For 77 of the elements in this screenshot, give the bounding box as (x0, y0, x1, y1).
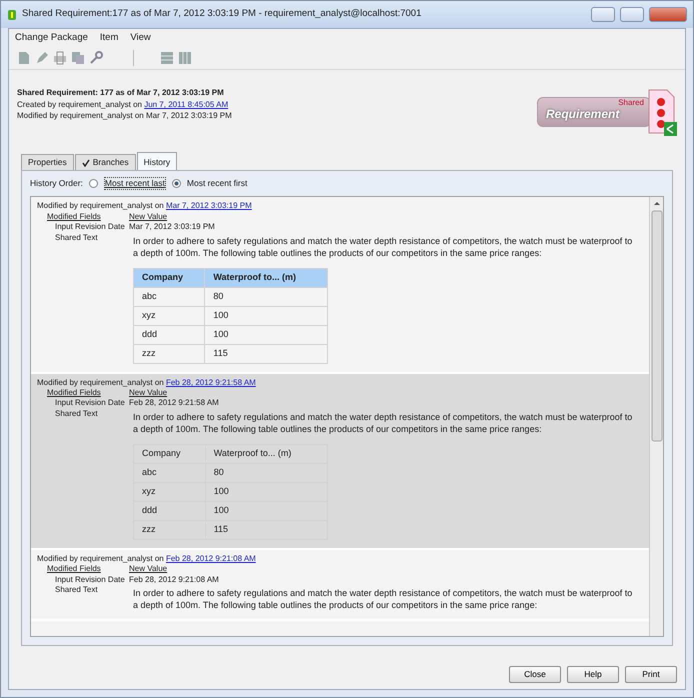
tab[interactable]: Properties (21, 154, 74, 170)
tab[interactable]: Branches (74, 154, 136, 170)
field-name: Shared Text (54, 232, 99, 244)
table-cell: zzz (134, 520, 206, 540)
dialog-button[interactable]: Print (625, 666, 677, 683)
entry-heading: Modified by requirement_analyst on Feb 28, 2012 9:21:58 AM (37, 378, 257, 388)
table-cell: 80 (205, 463, 328, 482)
dialog-button[interactable]: Help (567, 666, 619, 683)
app-icon (7, 8, 17, 20)
column-heading: Modified Fields (47, 388, 102, 398)
document-icon[interactable] (17, 51, 31, 66)
table-header: Waterproof to... (m) (205, 444, 328, 464)
date-link[interactable]: Feb 28, 2012 9:21:08 AM (166, 554, 256, 563)
printer-icon[interactable] (53, 51, 67, 66)
entry-heading: Modified by requirement_analyst on Mar 7, 2012 3:03:19 PM (37, 201, 253, 212)
menu-item[interactable]: View (130, 32, 151, 44)
table-header: Waterproof to... (m) (204, 268, 328, 288)
table-cell: 100 (204, 325, 328, 344)
field-value: Mar 7, 2012 3:03:19 PM (129, 222, 216, 233)
table-cell: 100 (205, 501, 328, 520)
scrollbar[interactable] (649, 197, 663, 636)
grid-icon[interactable] (178, 51, 192, 66)
grid-icon[interactable] (160, 51, 174, 66)
table-cell: 100 (205, 482, 328, 502)
radio-label[interactable]: Most recent first (186, 178, 248, 190)
table-cell: zzz (134, 344, 205, 364)
window-title: Shared Requirement:177 as of Mar 7, 2012 3:03:19 PM - requirement_analyst@localhost:7001 (22, 8, 422, 21)
dialog-button[interactable]: Close (509, 666, 561, 683)
pencil-icon[interactable] (35, 51, 49, 66)
table-cell: 100 (204, 306, 328, 326)
close-window-button[interactable] (649, 7, 687, 22)
modified-text: Modified by requirement_analyst on Mar 7, 2012 3:03:19 PM (17, 111, 232, 122)
radio-label[interactable]: Most recent last (104, 177, 166, 190)
table-cell: abc (134, 463, 206, 482)
copy-icon[interactable] (71, 51, 85, 66)
table-cell: 115 (205, 520, 328, 540)
field-value: Feb 28, 2012 9:21:58 AM (129, 398, 220, 409)
column-heading: New Value (129, 564, 168, 575)
date-link[interactable]: Mar 7, 2012 3:03:19 PM (166, 201, 252, 210)
requirement-title: Shared Requirement: 177 as of Mar 7, 2012 3:03:19 PM (17, 88, 225, 99)
created-text: Created by requirement_analyst on Jun 7, 2011 8:45:05 AM (17, 100, 230, 110)
table-cell: abc (134, 287, 205, 306)
table-cell: xyz (134, 306, 205, 326)
table-cell: ddd (134, 325, 205, 344)
table-cell: 80 (204, 287, 328, 306)
field-name: Input Revision Date (54, 574, 126, 585)
radio-button[interactable] (88, 179, 98, 188)
field-name: Shared Text (54, 408, 99, 420)
menu-item[interactable]: Change Package (15, 32, 88, 44)
field-name: Input Revision Date (54, 398, 126, 409)
entry-heading: Modified by requirement_analyst on Feb 28, 2012 9:21:08 AM (37, 554, 257, 564)
minimize-button[interactable] (591, 7, 615, 22)
radio-button[interactable] (172, 179, 181, 188)
column-heading: New Value (129, 212, 168, 222)
field-value: Feb 28, 2012 9:21:08 AM (129, 574, 220, 585)
table-cell: 115 (204, 344, 328, 364)
table-cell: ddd (134, 501, 206, 520)
tab[interactable]: History (136, 152, 178, 170)
field-name: Input Revision Date (54, 222, 126, 233)
date-link[interactable]: Feb 28, 2012 9:21:58 AM (166, 378, 256, 387)
date-link[interactable]: Jun 7, 2011 8:45:05 AM (144, 100, 228, 109)
maximize-button[interactable] (620, 7, 644, 22)
key-icon[interactable] (89, 51, 103, 66)
field-name: Shared Text (54, 584, 99, 596)
field-value: In order to adhere to safety regulations and match the water depth resistance of competitors, the watch must be waterproof to a depth of 100m. The following table outlines the products of our competitors in the same price ranges: (132, 410, 634, 435)
table-cell: xyz (134, 482, 206, 502)
column-heading: Modified Fields (47, 212, 102, 222)
requirement-logo: Shared Requirement (537, 97, 651, 128)
order-label: History Order: (30, 178, 83, 190)
table-header: Company (134, 268, 205, 288)
column-heading: Modified Fields (47, 564, 102, 575)
field-value: In order to adhere to safety regulations and match the water depth resistance of competitors, the watch must be waterproof to a depth of 100m. The following table outlines the products of our competitors in the same price ranges: (132, 234, 634, 259)
check-icon (82, 159, 90, 168)
table-header: Company (134, 444, 206, 464)
column-heading: New Value (129, 388, 168, 398)
field-value: In order to adhere to safety regulations and match the water depth resistance of competitors, the watch must be waterproof to a depth of 100m. The following table outlines the products of our competitors in the same price range: (132, 586, 634, 611)
menu-item[interactable]: Item (100, 32, 118, 44)
